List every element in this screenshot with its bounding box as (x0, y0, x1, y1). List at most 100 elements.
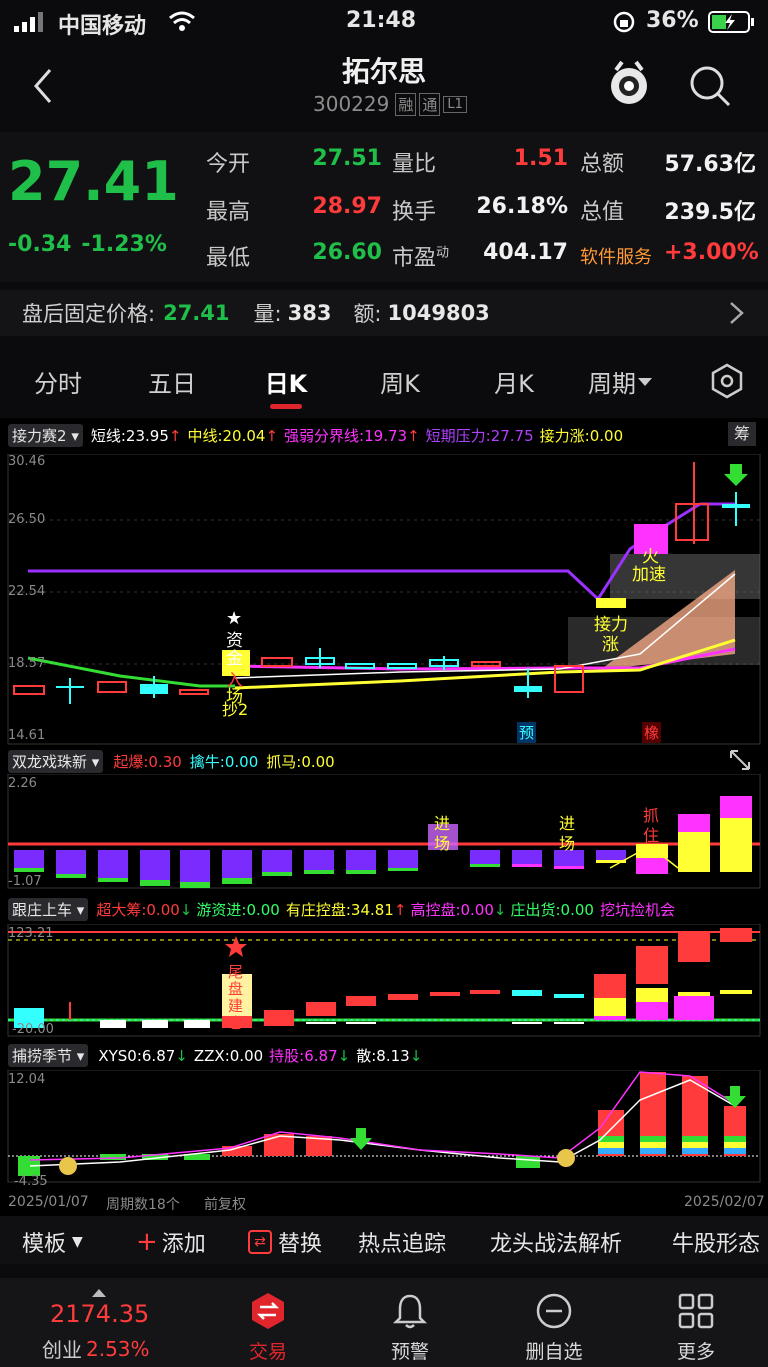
panel2-indicator-select[interactable]: 双龙戏珠新 ▾ (8, 750, 104, 773)
active-tab-indicator (270, 404, 302, 409)
panel1-item-1: 中线:20.04↑ (187, 427, 279, 445)
index-info: 创业 2.53% (42, 1334, 150, 1363)
chevron-down-icon (638, 377, 652, 386)
panel3-item-4: 庄出货:0.00 (510, 901, 594, 919)
sector-link[interactable]: 软件服务 (580, 243, 652, 269)
chevron-right-icon (728, 300, 746, 331)
trade-icon (252, 1293, 284, 1329)
axis-end-date: 2025/02/07 (684, 1194, 765, 1210)
tab-monthly-k[interactable]: 月K (478, 364, 550, 399)
panel2-header: 双龙戏珠新 ▾ 起爆:0.30 擒牛:0.00 抓马:0.00 (8, 750, 335, 773)
pe-label-sup: 动 (436, 245, 450, 261)
p1-ylabel-0: 30.46 (8, 454, 46, 469)
after-hours-label: 盘后固定价格: (22, 302, 156, 326)
genzhuang-chart[interactable] (0, 924, 768, 1038)
panel1-item-0: 短线:23.95↑ (90, 427, 182, 445)
panel4-item-3: 散:8.13↓ (356, 1047, 423, 1065)
index-percent: 2.53% (86, 1336, 150, 1361)
panel3-item-3: 高控盘:0.00↓ (410, 901, 507, 919)
pe-label-text: 市盈 (392, 246, 437, 271)
index-value[interactable]: 2174.35 (50, 1300, 149, 1328)
panel2-item-0: 起爆:0.30 (113, 753, 182, 771)
tab-period[interactable]: 周期 (588, 364, 654, 399)
low-label: 最低 (206, 246, 251, 271)
panel2-tag-1: 场 (434, 834, 451, 853)
panel1-item-2: 强弱分界线:19.73↑ (284, 427, 420, 445)
signal-icon (14, 12, 48, 38)
nav-trade[interactable]: 交易 (208, 1278, 328, 1364)
pe-label: 市盈动 (392, 240, 449, 272)
panel4-indicator-select[interactable]: 捕捞季节 ▾ (8, 1044, 89, 1067)
after-hours-price: 27.41 (163, 301, 230, 325)
tab-intraday[interactable]: 分时 (22, 364, 94, 399)
template-button[interactable]: 模板 ▼ (22, 1226, 83, 1258)
swap-icon: ⇄ (248, 1230, 272, 1254)
high-label: 最高 (206, 200, 251, 225)
kline-chart[interactable] (0, 454, 768, 746)
nav-alert[interactable]: 预警 (350, 1278, 470, 1364)
amount-value: 57.63亿 (664, 152, 756, 177)
panel4-item-1: ZZX:0.00 (193, 1046, 264, 1065)
panel2-tag-3: 场 (559, 834, 576, 853)
stock-code: 300229 (313, 92, 390, 116)
annotation-jieli-2: 涨 (602, 635, 619, 655)
stock-pattern-button[interactable]: 牛股形态 (672, 1226, 760, 1258)
leader-strategy-button[interactable]: 龙头战法解析 (490, 1226, 622, 1258)
axis-period-count: 周期数18个 (106, 1197, 180, 1213)
bottom-navigation: 2174.35 创业 2.53% 交易 预警 删自选 更多 (0, 1278, 768, 1367)
axis-start-date: 2025/01/07 (8, 1194, 89, 1210)
market-cap-value: 239.5亿 (664, 200, 756, 225)
nav-remove-watchlist[interactable]: 删自选 (494, 1278, 614, 1364)
hot-tracking-button[interactable]: 热点追踪 (358, 1226, 446, 1258)
nav-alert-label: 预警 (390, 1341, 429, 1363)
mascot-icon[interactable] (606, 60, 652, 112)
tab-five-day[interactable]: 五日 (136, 364, 208, 399)
last-price: 27.41 (8, 150, 179, 213)
change-percent: -1.23% (81, 232, 167, 257)
chart-area: 接力赛2 ▾ 短线:23.95↑ 中线:20.04↑ 强弱分界线:19.73↑ … (0, 418, 768, 1216)
nav-more[interactable]: 更多 (636, 1278, 756, 1364)
chip-distribution-button[interactable]: 筹 (728, 422, 756, 446)
bottom-toolbar: 模板 ▼ + 添加 ⇄ 替换 热点追踪 龙头战法解析 牛股形态 (0, 1216, 768, 1264)
panel4-header: 捕捞季节 ▾ XYS0:6.87↓ ZZX:0.00 持股:6.87↓ 散:8.… (8, 1044, 422, 1067)
panel3-item-5: 挖坑捡机会 (599, 901, 675, 919)
after-hours-bar[interactable]: 盘后固定价格: 27.41 量: 383 额: 1049803 (0, 290, 768, 336)
panel3-indicator-select[interactable]: 跟庄上车 ▾ (8, 898, 89, 921)
panel3-item-1: 游资进:0.00 (196, 901, 280, 919)
change-amount: -0.34 (8, 232, 72, 257)
annotation-yu: 预 (517, 722, 537, 743)
p2-ylabel-0: 2.26 (8, 776, 37, 791)
status-bar: 中国移动 21:48 36% (0, 0, 768, 44)
p3-ylabel-1: -20.00 (12, 1022, 54, 1037)
tab-weekly-k[interactable]: 周K (364, 364, 436, 399)
buluo-bars (18, 1071, 746, 1176)
index-name: 创业 (42, 1338, 82, 1362)
p4-ylabel-1: -4.35 (14, 1174, 48, 1189)
add-button[interactable]: + 添加 (136, 1226, 206, 1258)
market-cap-label: 总值 (580, 200, 625, 225)
panel2-item-1: 擒牛:0.00 (189, 753, 259, 771)
search-icon[interactable] (688, 64, 732, 112)
buluo-chart[interactable] (0, 1070, 768, 1184)
p1-ylabel-2: 22.54 (8, 584, 46, 599)
price-change: -0.34 -1.23% (8, 232, 167, 257)
open-label: 今开 (206, 152, 251, 177)
panel3-item-0: 超大筹:0.00↓ (96, 901, 193, 919)
high-value: 28.97 (312, 194, 382, 219)
rotation-lock-icon (612, 10, 636, 40)
p4-ylabel-0: 12.04 (8, 1072, 46, 1087)
tab-daily-k[interactable]: 日K (250, 364, 322, 399)
amount-label: 总额 (580, 152, 625, 177)
settings-hexagon-icon[interactable] (708, 362, 746, 404)
panel4-indicator-name: 捕捞季节 (12, 1047, 73, 1065)
minus-circle-icon (536, 1293, 572, 1329)
replace-button[interactable]: ⇄ 替换 (248, 1226, 322, 1258)
replace-label: 替换 (278, 1232, 323, 1257)
panel2-indicator-name: 双龙戏珠新 (12, 753, 88, 771)
panel3-indicator-name: 跟庄上车 (12, 901, 73, 919)
genzhuang-bars (14, 928, 752, 1028)
badge-rong: 融 (395, 92, 417, 116)
expand-icon[interactable] (728, 748, 752, 776)
panel1-indicator-select[interactable]: 接力赛2 ▾ (8, 424, 83, 447)
triangle-up-icon (92, 1282, 106, 1301)
